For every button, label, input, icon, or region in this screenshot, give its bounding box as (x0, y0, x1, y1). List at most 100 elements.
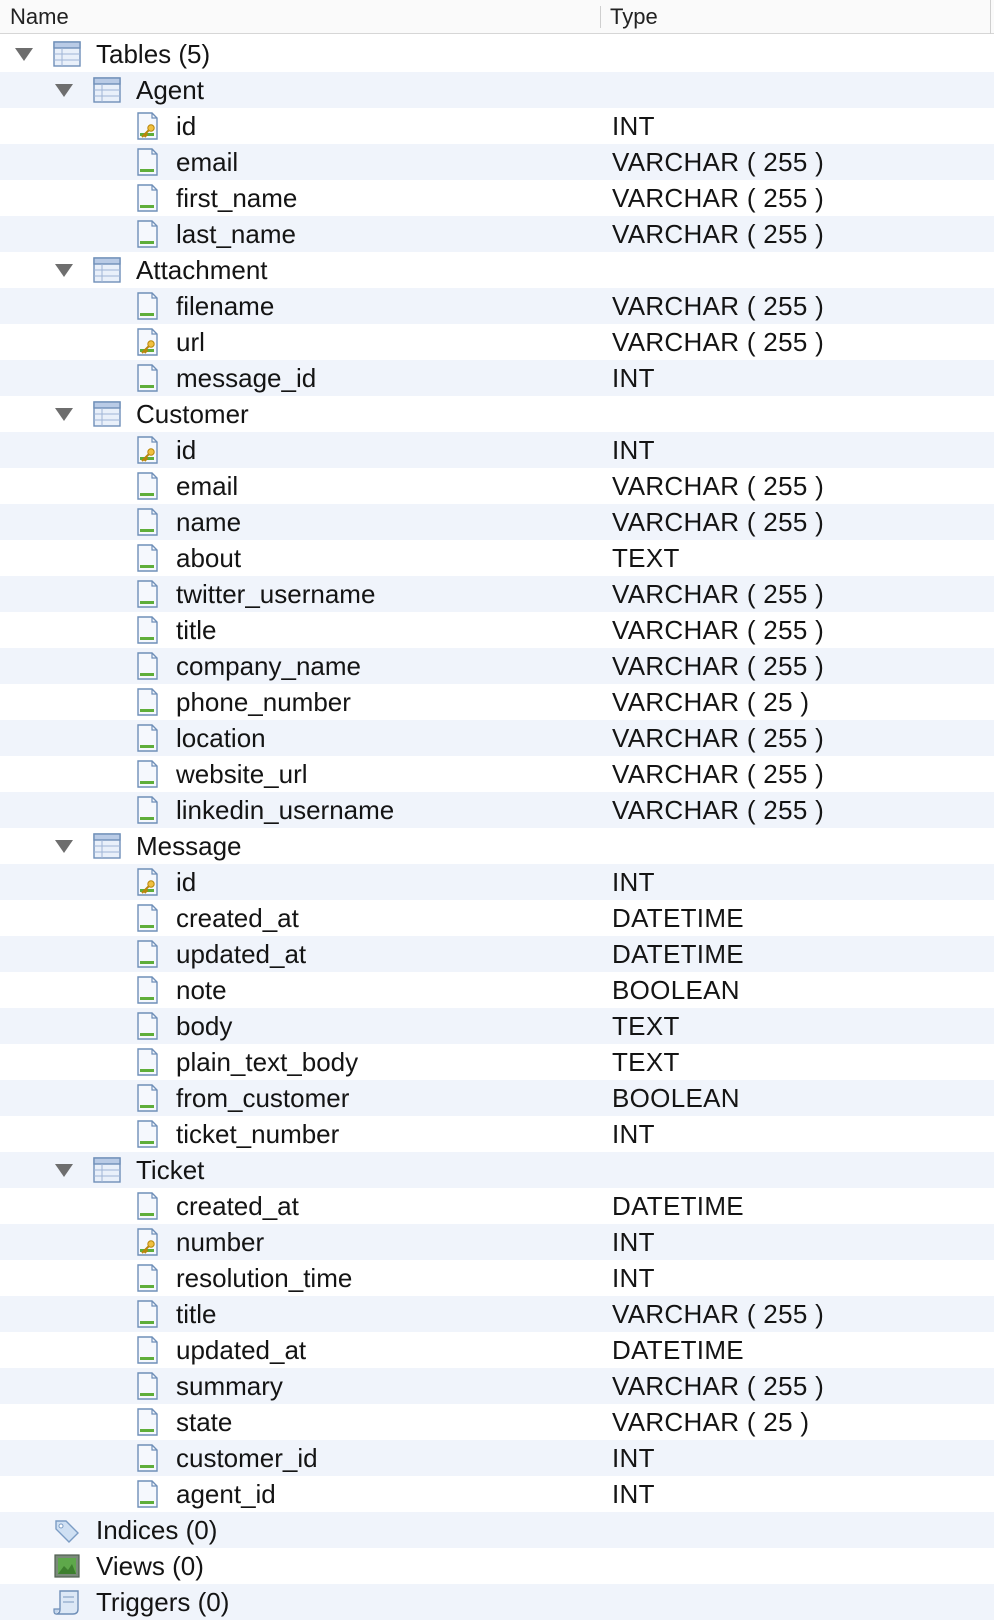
field-icon (132, 1299, 162, 1329)
tree-node-field[interactable]: id INT (0, 864, 994, 900)
field-icon (132, 939, 162, 969)
tree-node-field[interactable]: resolution_time INT (0, 1260, 994, 1296)
field-type: INT (612, 363, 655, 393)
field-type: INT (612, 1227, 655, 1257)
field-icon (132, 723, 162, 753)
field-name: phone_number (176, 687, 351, 717)
tree-node-field[interactable]: from_customer BOOLEAN (0, 1080, 994, 1116)
field-name: title (176, 1299, 217, 1329)
tree-node-field[interactable]: body TEXT (0, 1008, 994, 1044)
primary-key-field-icon (132, 1227, 162, 1257)
tree-node-field[interactable]: location VARCHAR ( 255 ) (0, 720, 994, 756)
field-name: ticket_number (176, 1119, 340, 1149)
table-name: Attachment (136, 255, 268, 285)
tree-node-table[interactable]: Attachment (0, 252, 994, 288)
tree-node-field[interactable]: customer_id INT (0, 1440, 994, 1476)
tree-node-field[interactable]: company_name VARCHAR ( 255 ) (0, 648, 994, 684)
field-name: website_url (176, 759, 308, 789)
tree-node-field[interactable]: plain_text_body TEXT (0, 1044, 994, 1080)
tree-node-field[interactable]: email VARCHAR ( 255 ) (0, 468, 994, 504)
tree-node-table[interactable]: Customer (0, 396, 994, 432)
tree-node-field[interactable]: title VARCHAR ( 255 ) (0, 1296, 994, 1332)
field-type: INT (612, 1443, 655, 1473)
disclosure-triangle-icon[interactable] (55, 264, 73, 277)
field-icon (132, 1479, 162, 1509)
tree-node-field[interactable]: phone_number VARCHAR ( 25 ) (0, 684, 994, 720)
field-icon (132, 687, 162, 717)
tree-node-field[interactable]: agent_id INT (0, 1476, 994, 1512)
tree-node-field[interactable]: number INT (0, 1224, 994, 1260)
tree-node-tables[interactable]: Tables (5) (0, 36, 994, 72)
field-name: first_name (176, 183, 298, 213)
name-column-header[interactable]: Name (10, 0, 69, 34)
tree-node-field[interactable]: last_name VARCHAR ( 255 ) (0, 216, 994, 252)
field-name: created_at (176, 1191, 299, 1221)
disclosure-triangle-icon[interactable] (55, 84, 73, 97)
tree-node-other[interactable]: Indices (0) (0, 1512, 994, 1548)
tree-node-field[interactable]: ticket_number INT (0, 1116, 994, 1152)
field-type: DATETIME (612, 939, 744, 969)
field-name: linkedin_username (176, 795, 395, 825)
field-type: INT (612, 1479, 655, 1509)
field-type: BOOLEAN (612, 1083, 740, 1113)
field-type: INT (612, 111, 655, 141)
field-icon (132, 543, 162, 573)
field-type: VARCHAR ( 255 ) (612, 183, 825, 213)
tree-node-field[interactable]: summary VARCHAR ( 255 ) (0, 1368, 994, 1404)
field-type: DATETIME (612, 1335, 744, 1365)
tree-node-field[interactable]: created_at DATETIME (0, 900, 994, 936)
tree-node-field[interactable]: updated_at DATETIME (0, 936, 994, 972)
tree-node-field[interactable]: state VARCHAR ( 25 ) (0, 1404, 994, 1440)
field-name: state (176, 1407, 233, 1437)
tree-node-table[interactable]: Ticket (0, 1152, 994, 1188)
tree-node-field[interactable]: about TEXT (0, 540, 994, 576)
tree-node-field[interactable]: linkedin_username VARCHAR ( 255 ) (0, 792, 994, 828)
tree-node-field[interactable]: url VARCHAR ( 255 ) (0, 324, 994, 360)
tree-node-field[interactable]: id INT (0, 432, 994, 468)
table-icon (92, 831, 122, 861)
tree-node-field[interactable]: name VARCHAR ( 255 ) (0, 504, 994, 540)
field-type: BOOLEAN (612, 975, 740, 1005)
tree-node-table[interactable]: Agent (0, 72, 994, 108)
field-type: VARCHAR ( 25 ) (612, 687, 810, 717)
tree-node-field[interactable]: first_name VARCHAR ( 255 ) (0, 180, 994, 216)
field-icon (132, 1119, 162, 1149)
group-label: Triggers (0) (96, 1587, 230, 1617)
tree-node-field[interactable]: id INT (0, 108, 994, 144)
tree-node-other[interactable]: Triggers (0) (0, 1584, 994, 1620)
tree-node-field[interactable]: title VARCHAR ( 255 ) (0, 612, 994, 648)
field-type: TEXT (612, 1011, 680, 1041)
column-divider[interactable] (600, 6, 601, 28)
tree-node-table[interactable]: Message (0, 828, 994, 864)
tree-node-field[interactable]: updated_at DATETIME (0, 1332, 994, 1368)
field-name: number (176, 1227, 265, 1257)
field-name: customer_id (176, 1443, 318, 1473)
tree-node-field[interactable]: email VARCHAR ( 255 ) (0, 144, 994, 180)
field-name: updated_at (176, 939, 307, 969)
field-type: VARCHAR ( 255 ) (612, 579, 825, 609)
disclosure-triangle-icon[interactable] (55, 1164, 73, 1177)
tree-node-field[interactable]: note BOOLEAN (0, 972, 994, 1008)
tree-node-field[interactable]: message_id INT (0, 360, 994, 396)
tree-node-field[interactable]: website_url VARCHAR ( 255 ) (0, 756, 994, 792)
field-icon (132, 183, 162, 213)
tree-node-field[interactable]: twitter_username VARCHAR ( 255 ) (0, 576, 994, 612)
tree-node-field[interactable]: created_at DATETIME (0, 1188, 994, 1224)
field-type: VARCHAR ( 255 ) (612, 651, 825, 681)
disclosure-triangle-icon[interactable] (15, 48, 33, 61)
disclosure-triangle-icon[interactable] (55, 840, 73, 853)
field-icon (132, 615, 162, 645)
type-column-header[interactable]: Type (610, 0, 658, 34)
field-icon (132, 219, 162, 249)
field-name: created_at (176, 903, 299, 933)
disclosure-triangle-icon[interactable] (55, 408, 73, 421)
field-type: VARCHAR ( 255 ) (612, 291, 825, 321)
table-icon (92, 1155, 122, 1185)
tree-node-other[interactable]: Views (0) (0, 1548, 994, 1584)
tree-node-field[interactable]: filename VARCHAR ( 255 ) (0, 288, 994, 324)
view-icon (52, 1551, 82, 1581)
field-icon (132, 1263, 162, 1293)
table-name: Message (136, 831, 242, 861)
field-type: VARCHAR ( 255 ) (612, 795, 825, 825)
field-name: email (176, 471, 239, 501)
